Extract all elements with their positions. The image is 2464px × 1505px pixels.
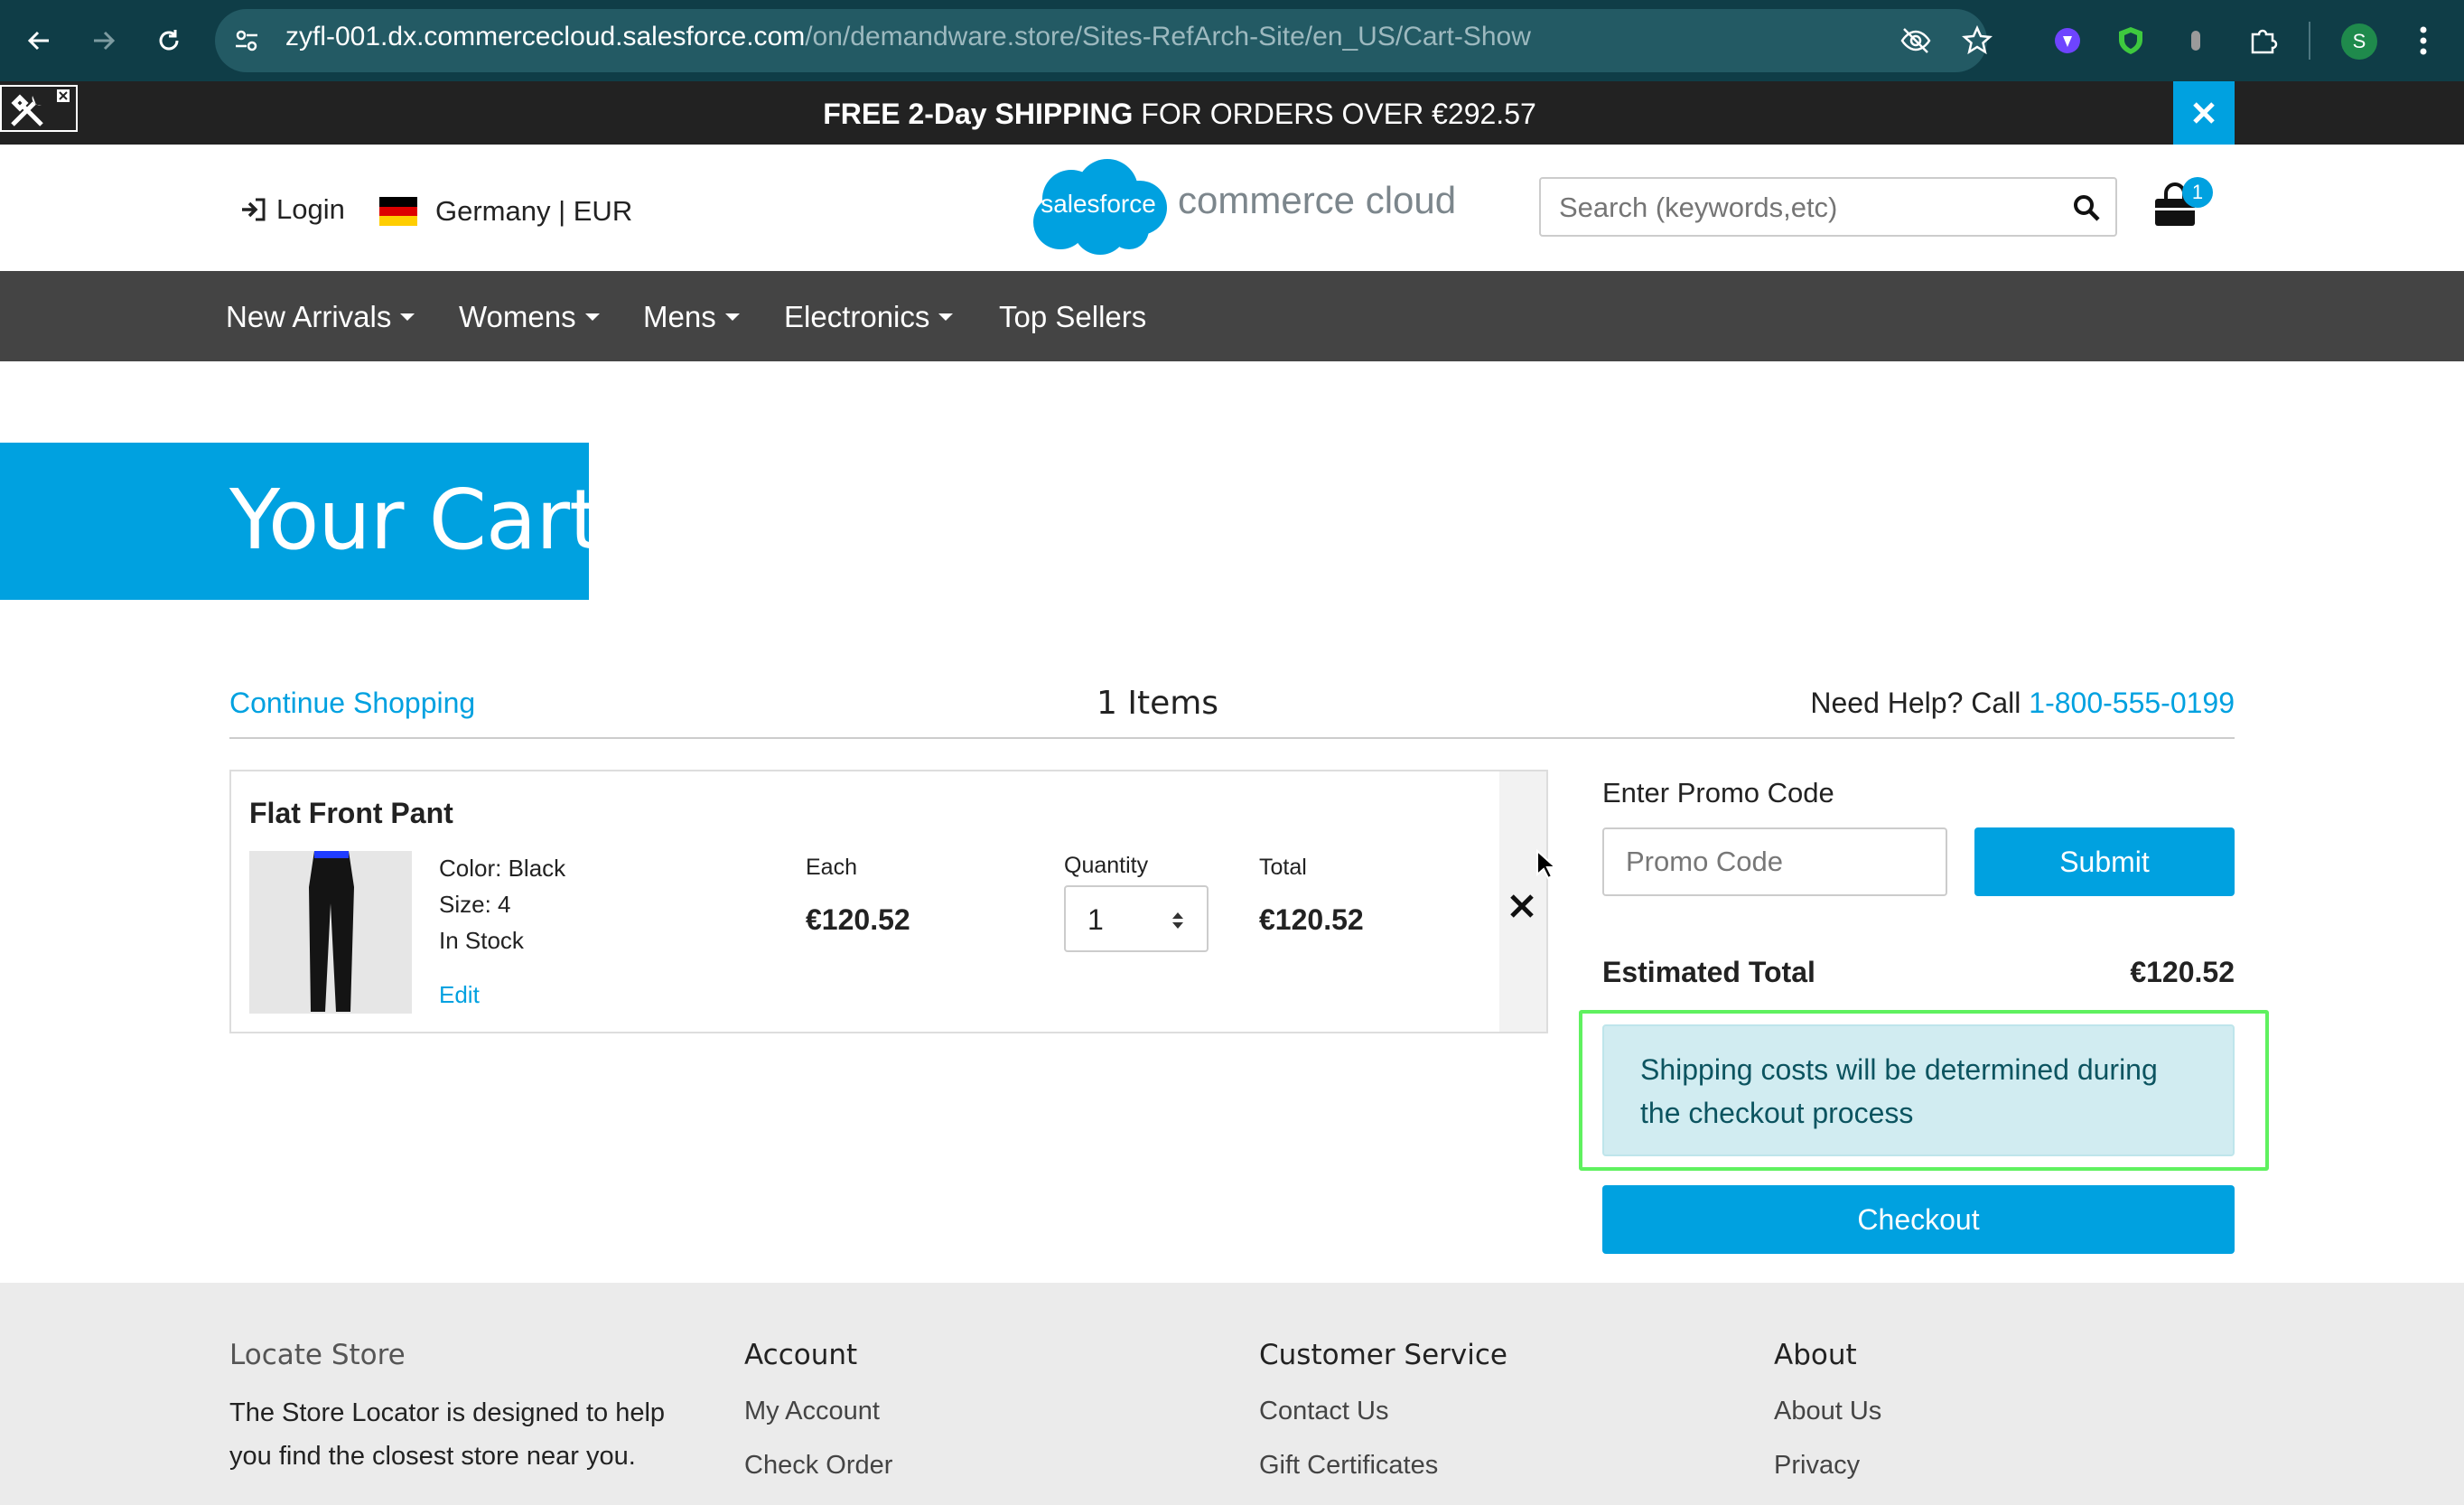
footer-link-check-order[interactable]: Check Order	[744, 1451, 892, 1481]
quantity-label: Quantity	[1064, 853, 1149, 878]
caret-down-icon	[584, 313, 600, 321]
tools-close-icon[interactable]	[56, 89, 70, 103]
site-settings-icon[interactable]	[233, 27, 260, 54]
footer-locate-heading[interactable]: Locate Store	[229, 1339, 406, 1371]
promo-banner: FREE 2-Day SHIPPING FOR ORDERS OVER €292…	[0, 81, 2464, 145]
nav-womens[interactable]: Womens	[459, 300, 600, 334]
promo-text: FREE 2-Day SHIPPING FOR ORDERS OVER €292…	[823, 98, 1536, 130]
nav-electronics[interactable]: Electronics	[784, 300, 954, 334]
dev-tools-widget[interactable]	[0, 85, 78, 132]
extension-shield-green-icon[interactable]	[2110, 20, 2151, 61]
footer-service-heading: Customer Service	[1259, 1339, 1508, 1371]
extension-gray-icon[interactable]	[2175, 20, 2217, 61]
each-label: Each	[806, 855, 857, 880]
reload-icon[interactable]	[148, 20, 190, 61]
product-color: Color: Black	[439, 855, 566, 882]
login-link[interactable]: Login	[240, 193, 345, 226]
search-input[interactable]	[1559, 192, 2047, 224]
product-stock-status: In Stock	[439, 927, 524, 954]
product-image[interactable]	[249, 851, 412, 1014]
quantity-select[interactable]: 1	[1064, 885, 1209, 952]
cart-count-badge: 1	[2182, 177, 2213, 208]
footer-account-heading: Account	[744, 1339, 858, 1371]
promo-submit-button[interactable]: Submit	[1974, 827, 2235, 896]
promo-close-button[interactable]	[2173, 81, 2235, 145]
items-count: 1 Items	[1097, 685, 1219, 722]
bookmark-star-icon[interactable]	[1956, 20, 1998, 61]
browser-menu-icon[interactable]	[2403, 20, 2444, 61]
germany-flag-icon	[379, 197, 417, 227]
page-title-banner: Your Cart	[0, 443, 602, 600]
promo-code-label: Enter Promo Code	[1602, 777, 1834, 809]
sign-in-icon	[242, 198, 266, 221]
select-arrows-icon	[1171, 911, 1185, 930]
logo-cloud-text: salesforce	[1041, 190, 1156, 218]
estimated-total-label: Estimated Total	[1602, 956, 1815, 988]
browser-toolbar: zyfl-001.dx.commercecloud.salesforce.com…	[0, 0, 2464, 81]
footer-link-gift-certificates[interactable]: Gift Certificates	[1259, 1451, 1438, 1481]
back-icon[interactable]	[18, 20, 60, 61]
remove-item-button[interactable]	[1507, 891, 1537, 921]
profile-avatar[interactable]: S	[2341, 23, 2377, 60]
footer-link-privacy[interactable]: Privacy	[1774, 1451, 1860, 1481]
url-text: zyfl-001.dx.commercecloud.salesforce.com…	[285, 22, 1531, 51]
toolbar-divider	[2309, 22, 2310, 60]
tools-icon[interactable]	[7, 90, 47, 130]
main-navigation: New Arrivals Womens Mens Electronics Top…	[0, 271, 2464, 361]
extensions-puzzle-icon[interactable]	[2242, 20, 2283, 61]
locale-selector[interactable]: Germany | EUR	[379, 195, 632, 228]
logo-text: commerce cloud	[1178, 179, 1457, 221]
eye-off-icon[interactable]	[1895, 20, 1937, 61]
total-label: Total	[1259, 855, 1307, 880]
salesforce-logo[interactable]: salesforce commerce cloud	[1026, 157, 1456, 258]
close-icon	[2193, 102, 2215, 124]
help-phone-link[interactable]: 1-800-555-0199	[2029, 687, 2235, 719]
estimated-total-value: €120.52	[2130, 956, 2235, 988]
help-text: Need Help? Call 1-800-555-0199	[1810, 687, 2235, 719]
footer-link-my-account[interactable]: My Account	[744, 1397, 880, 1426]
checkout-button[interactable]: Checkout	[1602, 1185, 2235, 1254]
caret-down-icon	[938, 313, 954, 321]
login-label: Login	[276, 193, 345, 225]
each-price: €120.52	[806, 903, 910, 936]
close-icon	[1510, 894, 1534, 918]
extension-shield-purple-icon[interactable]	[2047, 20, 2088, 61]
footer-link-about-us[interactable]: About Us	[1774, 1397, 1881, 1426]
quantity-value: 1	[1087, 903, 1104, 936]
nav-top-sellers[interactable]: Top Sellers	[999, 300, 1146, 334]
product-size: Size: 4	[439, 891, 511, 918]
mouse-cursor-icon	[1535, 849, 1557, 880]
product-name[interactable]: Flat Front Pant	[249, 797, 453, 830]
caret-down-icon	[724, 313, 740, 321]
page-title: Your Cart	[229, 472, 602, 568]
continue-shopping-link[interactable]: Continue Shopping	[229, 687, 475, 720]
nav-mens[interactable]: Mens	[643, 300, 740, 334]
promo-code-input[interactable]	[1602, 827, 1947, 896]
search-icon[interactable]	[2072, 193, 2101, 222]
total-price: €120.52	[1259, 903, 1364, 936]
footer-locate-text: The Store Locator is designed to help yo…	[229, 1398, 666, 1471]
nav-new-arrivals[interactable]: New Arrivals	[226, 300, 415, 334]
search-box[interactable]	[1539, 177, 2117, 237]
caret-down-icon	[400, 313, 415, 321]
footer-about-heading: About	[1774, 1339, 1857, 1371]
forward-icon[interactable]	[83, 20, 125, 61]
divider	[229, 737, 2235, 739]
shipping-info-text: Shipping costs will be determined during…	[1640, 1053, 2158, 1129]
locale-label: Germany | EUR	[435, 195, 633, 227]
edit-item-link[interactable]: Edit	[439, 981, 480, 1009]
footer-link-contact-us[interactable]: Contact Us	[1259, 1397, 1388, 1426]
shipping-info-alert: Shipping costs will be determined during…	[1602, 1024, 2235, 1156]
